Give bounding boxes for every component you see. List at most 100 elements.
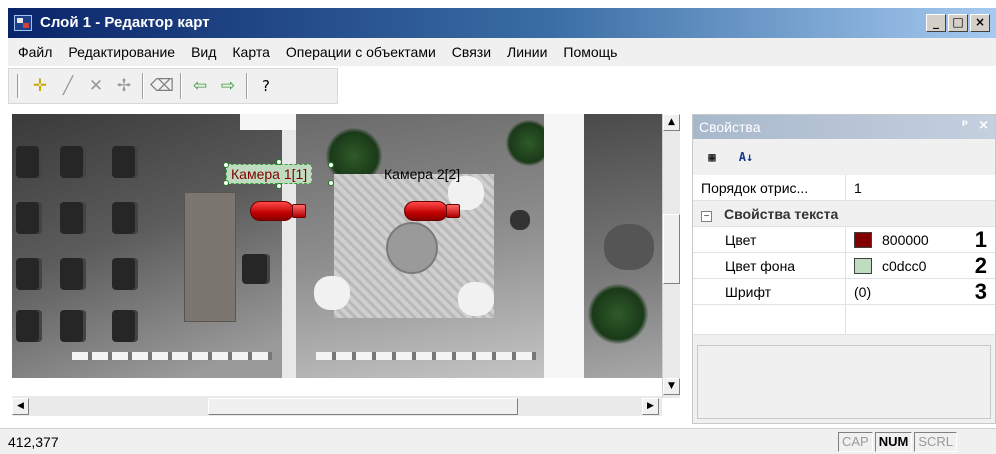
help-icon[interactable]: ? (254, 74, 278, 98)
selection-handle[interactable] (276, 159, 282, 165)
draw-line-icon[interactable]: ╱ (56, 74, 80, 98)
categorized-view-icon[interactable]: ▦ (701, 146, 723, 168)
menu-help[interactable]: Помощь (563, 44, 617, 60)
wall (282, 114, 296, 378)
property-value[interactable]: (0) (846, 279, 995, 304)
edit-points-icon[interactable]: ✢ (112, 74, 136, 98)
property-value[interactable]: 800000 (846, 227, 995, 252)
menu-file[interactable]: Файл (18, 44, 52, 60)
selection-handle[interactable] (223, 162, 229, 168)
property-row-empty (693, 305, 995, 335)
color-swatch (854, 231, 872, 248)
eraser-icon[interactable]: ⌫ (150, 74, 174, 98)
camera-1-icon[interactable] (250, 200, 306, 222)
round-table-image (386, 222, 438, 274)
alphabetical-sort-icon[interactable]: A↓ (735, 146, 757, 168)
chair-image (112, 310, 138, 342)
toolbar-separator (246, 73, 248, 99)
floorplan-room-right (584, 114, 662, 378)
property-description-area (697, 345, 991, 419)
collapse-toggle-icon[interactable]: − (701, 211, 712, 222)
menu-links[interactable]: Связи (452, 44, 491, 60)
toolbar-separator (142, 73, 144, 99)
undo-icon[interactable]: ⇦ (188, 74, 212, 98)
chair-image (16, 146, 42, 178)
category-text-properties[interactable]: − Свойства текста (693, 201, 995, 227)
close-button[interactable]: × (970, 14, 990, 32)
menu-map[interactable]: Карта (232, 44, 269, 60)
color-value: 800000 (882, 231, 929, 248)
floor-rail (316, 352, 536, 360)
status-bar: 412,377 CAP NUM SCRL (0, 428, 996, 454)
property-value[interactable]: c0dcc0 (846, 253, 995, 278)
property-value[interactable]: 1 (846, 175, 995, 200)
chair-image (60, 310, 86, 342)
vertical-scroll-thumb[interactable] (663, 214, 680, 284)
wall (544, 114, 584, 378)
property-row-color[interactable]: Цвет 800000 1 (693, 227, 995, 253)
camera-2-icon[interactable] (404, 200, 460, 222)
chair-image (16, 202, 42, 234)
sofa-image (604, 224, 654, 270)
selection-handle[interactable] (328, 162, 334, 168)
pin-icon[interactable]: ᵖ (962, 118, 968, 133)
camera-lens (292, 204, 306, 218)
chair-image (112, 146, 138, 178)
plant-image (588, 284, 648, 344)
chair-image (60, 202, 86, 234)
scroll-right-button[interactable]: ▶ (642, 398, 659, 415)
scroll-up-button[interactable]: ▲ (663, 114, 680, 131)
scroll-lock-indicator: SCRL (914, 432, 958, 452)
camera-1-label[interactable]: Камера 1[1] (226, 164, 313, 184)
properties-toolbar: ▦ A↓ (693, 139, 995, 175)
close-icon[interactable]: × (978, 118, 989, 133)
add-object-icon[interactable]: ✛ (28, 74, 52, 98)
toolbar-grip[interactable] (17, 74, 20, 98)
lamp-image (510, 210, 530, 230)
map-canvas[interactable]: Камера 1[1] Камера 2[2] (12, 114, 662, 378)
property-row-order[interactable]: Порядок отрис... 1 (693, 175, 995, 201)
property-row-background-color[interactable]: Цвет фона c0dcc0 2 (693, 253, 995, 279)
scroll-down-button[interactable]: ▼ (663, 378, 680, 395)
callout-number: 2 (974, 253, 987, 278)
caps-lock-indicator: CAP (838, 432, 873, 452)
scroll-left-button[interactable]: ◀ (12, 398, 29, 415)
chair-image (60, 258, 86, 290)
properties-panel: Свойства ᵖ × ▦ A↓ Порядок отрис... 1 − Св… (692, 114, 996, 424)
selection-handle[interactable] (223, 180, 229, 186)
redo-icon[interactable]: ⇨ (216, 74, 240, 98)
armchair-image (458, 282, 494, 316)
maximize-button[interactable]: □ (948, 14, 968, 32)
chair-image (112, 258, 138, 290)
num-lock-indicator: NUM (874, 432, 913, 452)
title-bar: Слой 1 - Редактор карт _ □ × (8, 8, 996, 38)
chair-image (16, 258, 42, 290)
camera-body (250, 201, 294, 221)
chair-image (16, 310, 42, 342)
selection-handle[interactable] (328, 180, 334, 186)
camera-body (404, 201, 448, 221)
menu-edit[interactable]: Редактирование (68, 44, 175, 60)
menu-view[interactable]: Вид (191, 44, 216, 60)
property-name (693, 305, 846, 334)
color-swatch (854, 257, 872, 274)
horizontal-scroll-thumb[interactable] (208, 398, 518, 415)
delete-icon[interactable]: ✕ (84, 74, 108, 98)
app-icon (14, 15, 32, 31)
properties-header: Свойства ᵖ × (693, 115, 995, 139)
vertical-scrollbar[interactable]: ▲ ▼ (662, 114, 680, 398)
minimize-button[interactable]: _ (926, 14, 946, 32)
cursor-coordinates: 412,377 (8, 434, 59, 450)
menu-lines[interactable]: Линии (507, 44, 547, 60)
property-name: Шрифт (693, 279, 846, 304)
properties-title: Свойства (699, 119, 761, 135)
desk-image (184, 192, 236, 322)
camera-2-label[interactable]: Камера 2[2] (384, 165, 460, 183)
chair-image (112, 202, 138, 234)
menu-bar: Файл Редактирование Вид Карта Операции с… (8, 38, 996, 66)
property-name: Цвет (693, 227, 846, 252)
selection-handle[interactable] (276, 183, 282, 189)
menu-object-operations[interactable]: Операции с объектами (286, 44, 436, 60)
property-row-font[interactable]: Шрифт (0) 3 (693, 279, 995, 305)
horizontal-scrollbar[interactable]: ◀ ▶ (12, 396, 662, 416)
